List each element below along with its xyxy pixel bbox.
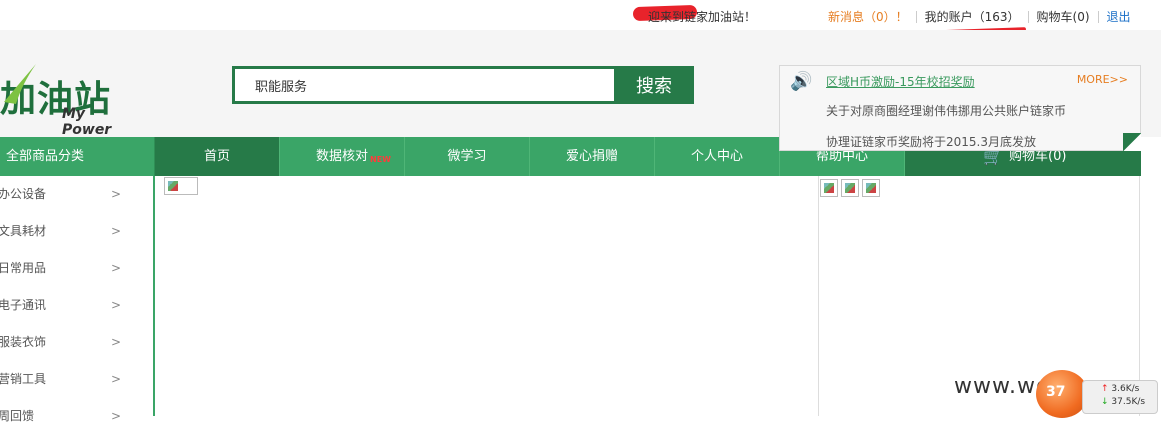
my-account-link[interactable]: 我的账户（163） (917, 8, 1028, 35)
new-badge: NEW (370, 155, 391, 164)
chevron-right-icon: > (110, 335, 121, 349)
nav-label: 首页 (203, 149, 230, 164)
category-sidebar: 办公设备 > 文具耗材 > 日常用品 > 电子通讯 > 服装衣饰 > 营销工具 > 周回馈 > (0, 176, 155, 423)
sidebar-item-stationery[interactable]: 文具耗材 > (0, 213, 153, 250)
top-links: 新消息（0）！ 我的账户（163） 购物车(0) 退出 (820, 8, 1139, 35)
broken-image-icon[interactable] (820, 179, 838, 197)
announcement-box: 🔊 区域H币激励-15年校招奖励 MORE>> 关于对原商圈经理谢伟伟挪用公共账… (779, 65, 1141, 151)
nav-label: 微学习 (447, 149, 487, 164)
sidebar-item-label: 办公设备 (0, 187, 47, 201)
search-button[interactable]: 搜索 (614, 66, 694, 104)
announcement-item[interactable]: 关于对原商圈经理谢伟伟挪用公共账户链家币 (826, 102, 1066, 119)
download-speed-value: 37.5K/s (1111, 397, 1146, 407)
nav-label: 数据核对 (315, 149, 368, 164)
corner-fold-icon (1123, 133, 1141, 151)
network-speed-widget[interactable]: 37 ↑ 3.6K/s ↓ 37.5K/s (1036, 366, 1160, 418)
broken-image-icon[interactable] (841, 179, 859, 197)
nav-label: 个人中心 (690, 149, 743, 164)
sidebar-item-label: 营销工具 (0, 372, 47, 386)
chevron-right-icon: > (110, 224, 121, 238)
sidebar-item-daily-goods[interactable]: 日常用品 > (0, 250, 153, 287)
search-input[interactable] (232, 66, 614, 104)
chevron-right-icon: > (110, 187, 121, 201)
announcement-item[interactable]: 协理证链家币奖励将于2015.3月底发放 (826, 133, 1036, 150)
cart-label: 购物车(0) (1009, 149, 1067, 164)
all-categories-button[interactable]: 全部商品分类 (0, 137, 155, 176)
upload-arrow-icon: ↑ (1101, 384, 1109, 394)
new-messages-link[interactable]: 新消息（0）！ (820, 8, 916, 25)
logo-swoosh-icon (4, 64, 36, 104)
cart-link[interactable]: 购物车(0) (1029, 8, 1098, 25)
more-link[interactable]: MORE>> (1077, 73, 1128, 86)
announcement-headline-link[interactable]: 区域H币激励-15年校招奖励 (826, 73, 975, 90)
nav-label: 爱心捐赠 (565, 149, 618, 164)
my-account-label: 我的账户（163） (924, 10, 1020, 24)
speed-ball-icon: 37 (1036, 370, 1088, 418)
broken-image-icon[interactable] (164, 177, 198, 195)
nav-home[interactable]: 首页 (155, 137, 280, 176)
chevron-right-icon: > (110, 261, 121, 275)
right-panel-images (820, 179, 880, 197)
logout-link[interactable]: 退出 (1099, 8, 1139, 25)
nav-label: 帮助中心 (815, 149, 868, 164)
broken-image-icon[interactable] (862, 179, 880, 197)
search-bar: 搜索 (232, 66, 694, 104)
chevron-right-icon: > (110, 372, 121, 386)
nav-charity[interactable]: 爱心捐赠 (530, 137, 655, 176)
main-banner-area (157, 176, 818, 416)
download-speed: ↓ 37.5K/s (1101, 396, 1153, 409)
upload-speed: ↑ 3.6K/s (1101, 383, 1153, 396)
sidebar-item-marketing-tools[interactable]: 营销工具 > (0, 361, 153, 398)
chevron-right-icon: > (110, 409, 121, 423)
sidebar-item-apparel[interactable]: 服装衣饰 > (0, 324, 153, 361)
nav-personal-center[interactable]: 个人中心 (655, 137, 780, 176)
sidebar-item-office-equipment[interactable]: 办公设备 > (0, 176, 153, 213)
sidebar-item-label: 电子通讯 (0, 298, 47, 312)
sidebar-item-rewards[interactable]: 周回馈 > (0, 398, 153, 435)
sidebar-item-label: 服装衣饰 (0, 335, 47, 349)
sidebar-item-label: 文具耗材 (0, 224, 47, 238)
download-arrow-icon: ↓ (1101, 397, 1109, 407)
nav-micro-learning[interactable]: 微学习 (405, 137, 530, 176)
sidebar-item-electronics[interactable]: 电子通讯 > (0, 287, 153, 324)
site-logo[interactable]: 加油站 My Power (0, 64, 111, 138)
speed-readout: ↑ 3.6K/s ↓ 37.5K/s (1082, 380, 1158, 414)
upload-speed-value: 3.6K/s (1111, 384, 1140, 394)
chevron-right-icon: > (110, 298, 121, 312)
sidebar-item-label: 日常用品 (0, 261, 47, 275)
nav-data-check[interactable]: 数据核对 NEW (280, 137, 405, 176)
speed-percent: 37 (1046, 384, 1066, 400)
logo-tagline: My Power (62, 106, 112, 138)
sidebar-item-label: 周回馈 (0, 409, 35, 423)
welcome-text: 迎来到链家加油站！ (648, 10, 757, 24)
top-bar: 迎来到链家加油站！ 新消息（0）！ 我的账户（163） 购物车(0) 退出 (0, 0, 1161, 35)
speaker-icon: 🔊 (790, 71, 813, 92)
